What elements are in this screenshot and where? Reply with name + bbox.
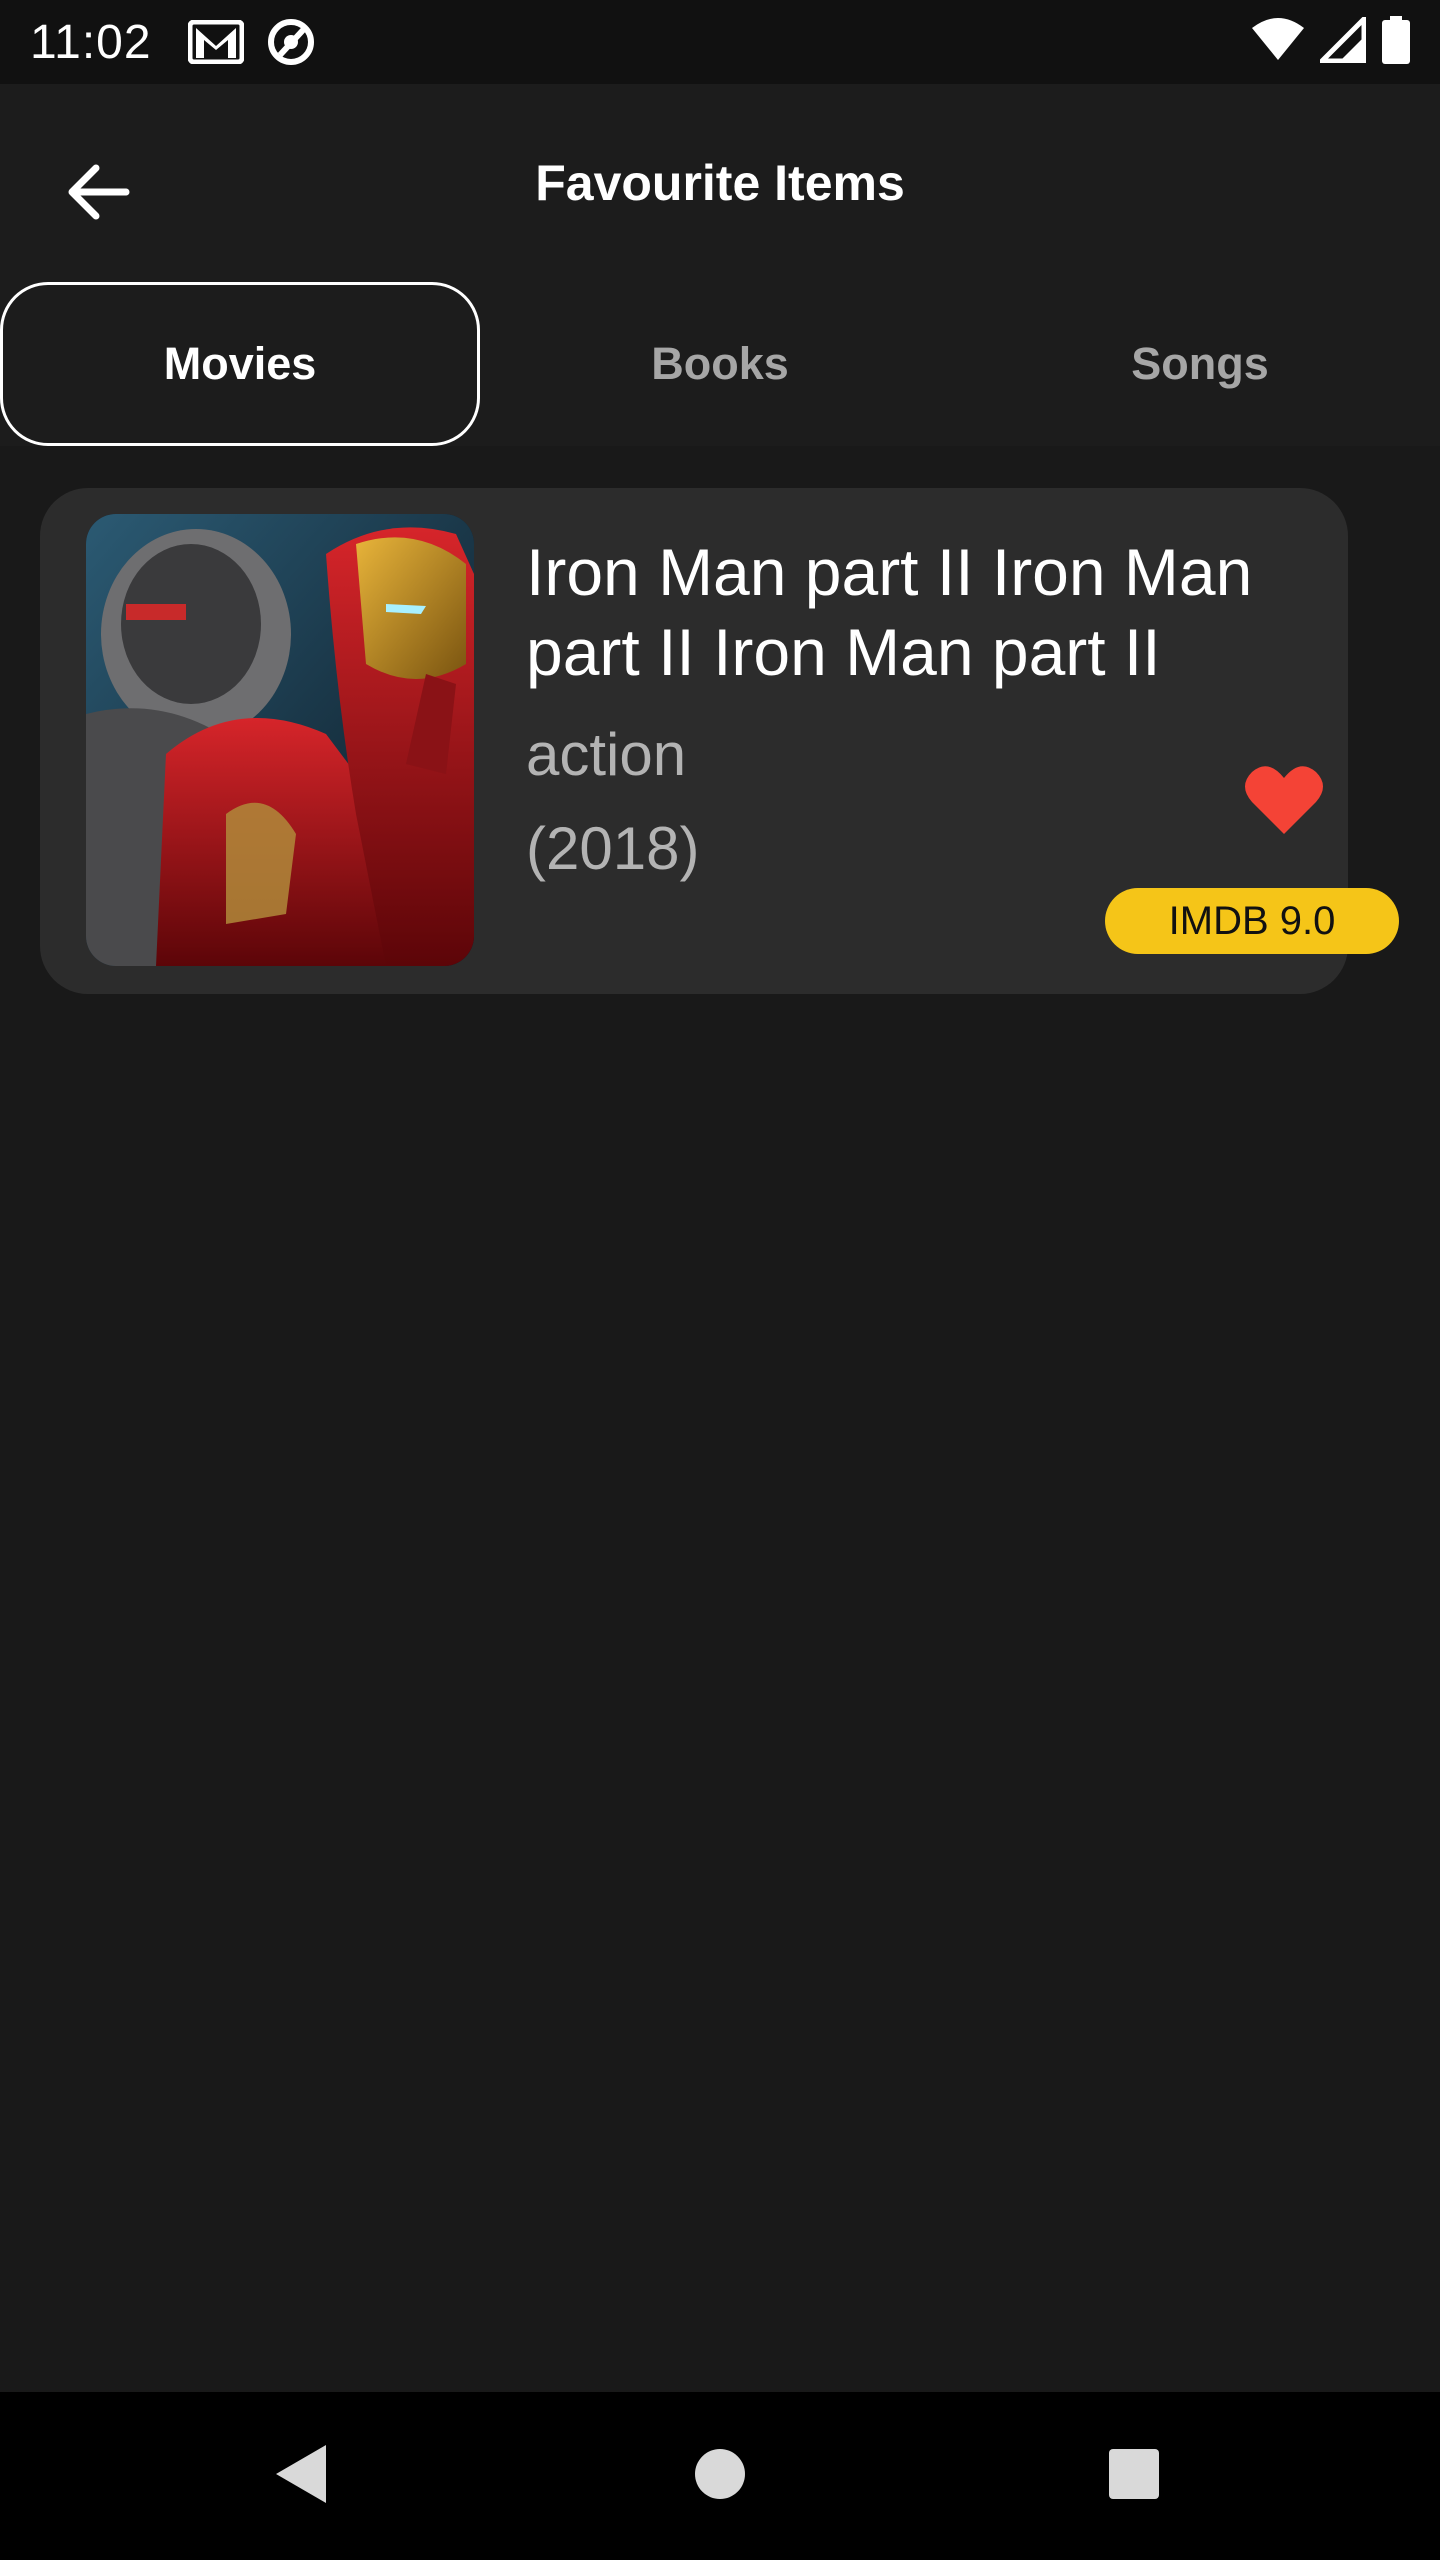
sync-icon: [266, 17, 316, 67]
tab-books[interactable]: Books: [480, 282, 960, 446]
gmail-icon: [187, 20, 244, 64]
battery-icon: [1382, 15, 1410, 69]
heart-icon: [1244, 764, 1324, 841]
home-circle-icon: [694, 2448, 746, 2505]
favorite-button[interactable]: [1236, 758, 1332, 846]
page-title: Favourite Items: [535, 155, 905, 211]
status-time: 11:02: [30, 15, 152, 69]
movie-genre: action: [526, 721, 687, 788]
tab-bar: Movies Books Songs: [0, 282, 1440, 446]
recents-square-icon: [1108, 2448, 1160, 2505]
back-button[interactable]: [48, 144, 148, 244]
movie-poster-image: [86, 514, 474, 966]
back-triangle-icon: [272, 2443, 328, 2510]
arrow-left-icon: [66, 164, 130, 225]
nav-recents-button[interactable]: [1092, 2434, 1176, 2518]
nav-back-button[interactable]: [258, 2434, 342, 2518]
imdb-rating-badge: IMDB 9.0: [1105, 888, 1399, 954]
wifi-icon: [1252, 17, 1304, 67]
tab-songs[interactable]: Songs: [960, 282, 1440, 446]
favourite-items-screen: 11:02 Favourite Items Movies Books Songs…: [0, 0, 1440, 2560]
movie-title: Iron Man part II Iron Man part II Iron M…: [526, 535, 1253, 689]
movie-year: (2018): [526, 815, 700, 882]
app-bar: Favourite Items: [0, 84, 1440, 282]
tab-movies[interactable]: Movies: [0, 282, 480, 446]
signal-icon: [1315, 12, 1367, 68]
nav-home-button[interactable]: [678, 2434, 762, 2518]
status-right-icons: [1252, 12, 1410, 69]
system-nav-bar: [0, 2392, 1440, 2560]
status-bar: 11:02: [0, 0, 1440, 84]
